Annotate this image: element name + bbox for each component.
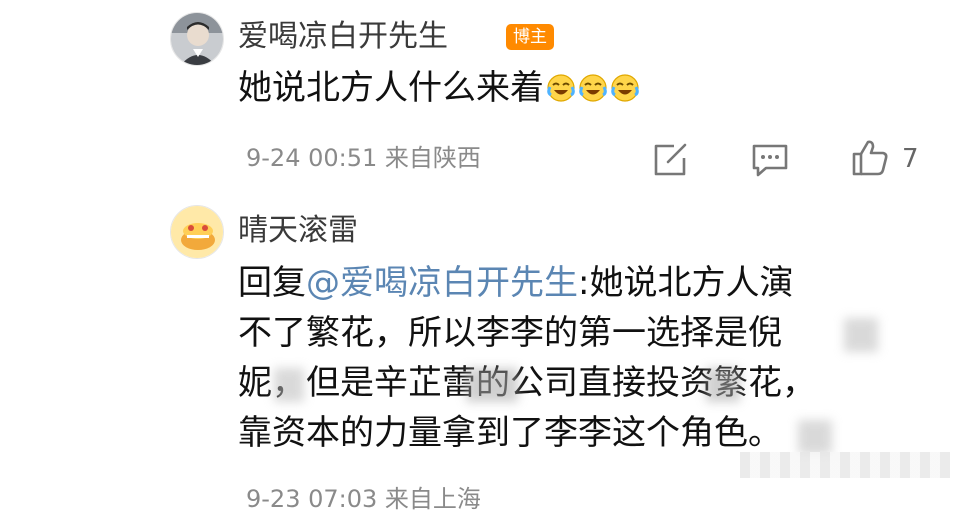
comment-text-body: 她说北方人什么来着: [238, 68, 544, 108]
author-badge: 博主: [506, 24, 554, 50]
thumbs-up-icon[interactable]: [848, 136, 892, 180]
comment-username[interactable]: 爱喝凉白开先生: [238, 18, 448, 56]
avatar[interactable]: [170, 205, 224, 259]
reply-text: :她说北方人演: [578, 263, 794, 303]
reply-line: 靠资本的力量拿到了李李这个角色。: [238, 413, 782, 453]
mosaic-overlay: [466, 368, 518, 402]
comment-timestamp-location: 9-23 07:03 来自上海: [246, 485, 481, 513]
comment-timestamp-location: 9-24 00:51 来自陕西: [246, 144, 481, 172]
mention-link[interactable]: @爱喝凉白开先生: [306, 263, 578, 303]
comment-username[interactable]: 晴天滚雷: [238, 212, 358, 250]
laugh-cry-icon: [547, 74, 575, 102]
like-count: 7: [902, 144, 919, 174]
reply-first-line: 回复@爱喝凉白开先生:她说北方人演: [238, 258, 793, 308]
mosaic-overlay: [274, 368, 304, 402]
laugh-cry-icon: [611, 74, 639, 102]
avatar[interactable]: [170, 12, 224, 66]
mosaic-overlay: [798, 420, 832, 454]
mosaic-overlay: [844, 318, 878, 352]
reply-line: 不了繁花，所以李李的第一选择是倪: [238, 313, 782, 353]
laugh-cry-icon: [579, 74, 607, 102]
watermark-mosaic: [740, 452, 950, 478]
share-icon[interactable]: [648, 138, 692, 182]
comment-text: 她说北方人什么来着: [238, 63, 640, 113]
reply-prefix: 回复: [238, 263, 306, 303]
mosaic-overlay: [706, 368, 740, 402]
comment-icon[interactable]: [748, 138, 792, 182]
